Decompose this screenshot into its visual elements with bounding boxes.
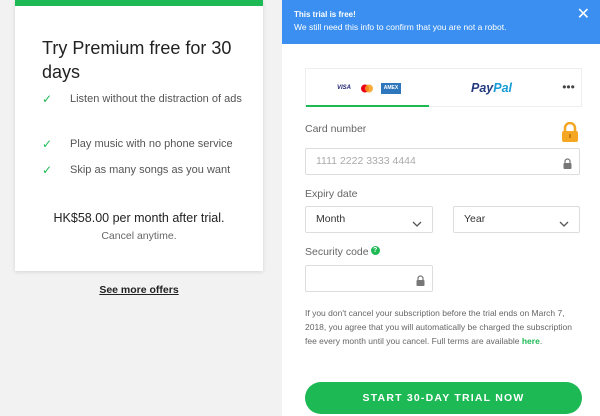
check-icon: ✓: [42, 163, 53, 177]
start-trial-button[interactable]: START 30-DAY TRIAL NOW: [305, 382, 582, 414]
tab-credit-card[interactable]: VISA AMEX: [306, 69, 429, 107]
chevron-down-icon: [559, 215, 569, 233]
cancel-note: Cancel anytime.: [101, 230, 177, 242]
expiry-date-label: Expiry date: [305, 188, 358, 200]
help-icon[interactable]: ?: [370, 246, 380, 255]
lock-icon: [416, 273, 425, 291]
visa-icon: VISA: [336, 85, 351, 91]
check-icon: ✓: [42, 92, 53, 106]
terms-here-link[interactable]: here: [522, 336, 540, 346]
notice-title: This trial is free!: [294, 10, 356, 19]
payment-panel: This trial is free! We still need this i…: [282, 0, 600, 416]
feature-text: Skip as many songs as you want: [70, 164, 231, 176]
card-number-input[interactable]: 1111 2222 3333 4444: [305, 148, 580, 175]
tab-more-methods[interactable]: •••: [554, 69, 583, 107]
security-code-label: Security code: [305, 246, 369, 258]
offer-card: Try Premium free for 30 days ✓ Listen wi…: [15, 0, 263, 271]
check-icon: ✓: [42, 137, 53, 151]
feature-text: Listen without the distraction of ads: [70, 93, 242, 105]
paypal-logo-pay: Pay: [470, 81, 494, 95]
lock-icon: [563, 156, 572, 174]
security-code-label-row: Security code?: [305, 246, 380, 258]
year-value: Year: [464, 213, 486, 225]
secure-lock-icon: [561, 121, 579, 147]
notice-text: We still need this info to confirm that …: [294, 22, 507, 32]
offer-card-accent-bar: [15, 0, 263, 6]
amex-icon: AMEX: [381, 83, 401, 94]
expiry-year-select[interactable]: Year: [453, 206, 580, 233]
mastercard-icon: [359, 83, 375, 94]
feature-text: Play music with no phone service: [70, 138, 233, 150]
terms-text: If you don't cancel your subscription be…: [305, 306, 582, 348]
chevron-down-icon: [412, 215, 422, 233]
see-more-offers-link[interactable]: See more offers: [15, 284, 263, 296]
expiry-month-select[interactable]: Month: [305, 206, 433, 233]
security-code-input[interactable]: [305, 265, 433, 292]
paypal-logo-pal: Pal: [493, 81, 512, 95]
month-value: Month: [316, 213, 346, 225]
card-number-label: Card number: [305, 123, 367, 135]
terms-end: .: [539, 336, 543, 346]
card-number-placeholder: 1111 2222 3333 4444: [316, 155, 416, 167]
offer-title: Try Premium free for 30 days: [42, 38, 232, 82]
payment-method-tabs: VISA AMEX PayPal •••: [305, 68, 582, 107]
close-icon[interactable]: ✕: [577, 6, 590, 24]
trial-price: HK$58.00 per month after trial.: [53, 211, 225, 225]
tab-paypal[interactable]: PayPal: [429, 69, 554, 107]
trial-notice-banner: This trial is free! We still need this i…: [282, 0, 600, 44]
